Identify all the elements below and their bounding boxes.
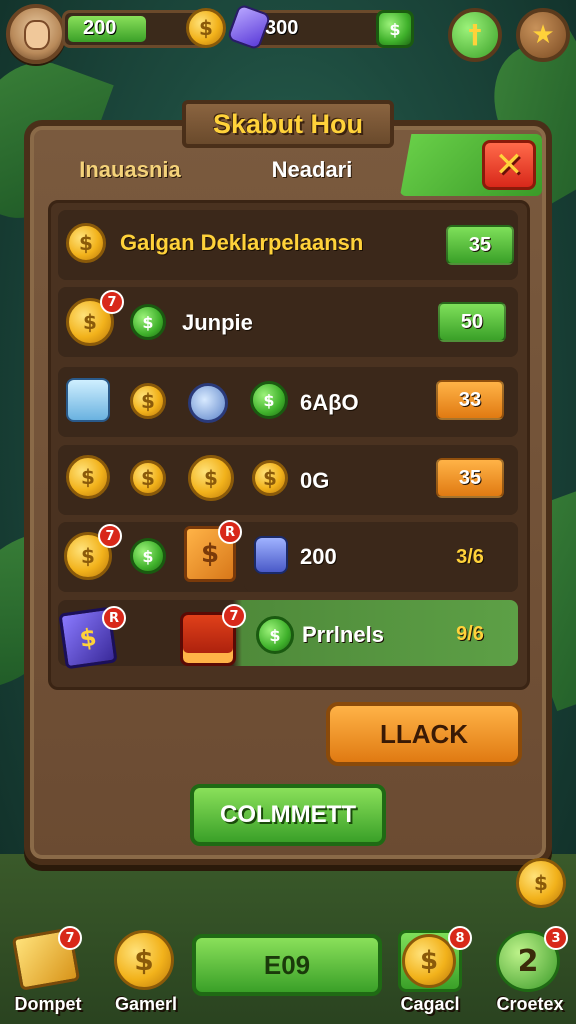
gold-coin-icon: $ — [66, 455, 110, 499]
notification-badge: R — [218, 520, 242, 544]
close-button[interactable]: ✕ — [482, 140, 536, 190]
green-coin-icon: $ — [256, 616, 294, 654]
flask-icon — [188, 383, 228, 423]
gold-coin-icon: $ — [66, 223, 106, 263]
gold-coin-icon: $ — [130, 460, 166, 496]
row-label: 6AβO — [300, 390, 359, 415]
commit-button[interactable]: COLMMETT — [190, 784, 386, 846]
gold-coin-icon: $ — [114, 930, 174, 990]
notification-badge: 7 — [58, 926, 82, 950]
nav-create[interactable]: 2 3 Croetex — [490, 924, 570, 1020]
gold-coin-icon: $ — [188, 455, 234, 501]
notification-badge: 7 — [222, 604, 246, 628]
gold-coin-icon: $ — [186, 8, 226, 48]
dagger-icon: † — [468, 20, 482, 50]
green-coin-icon: $ — [130, 538, 166, 574]
green-coin-icon: $ — [130, 304, 166, 340]
price-label: 9/6 — [456, 622, 484, 645]
player-avatar[interactable] — [6, 4, 66, 64]
price-button[interactable]: 33 — [436, 380, 504, 420]
tab-market[interactable]: Neadari — [222, 146, 402, 194]
price-button[interactable]: 35 — [436, 458, 504, 498]
row-label: Junpie — [182, 310, 253, 335]
notification-badge: R — [102, 606, 126, 630]
price-button[interactable]: 35 — [446, 225, 514, 265]
potion-icon — [66, 378, 110, 422]
notification-badge: 8 — [448, 926, 472, 950]
nav-games[interactable]: $ Gamerl — [106, 924, 186, 1020]
star-icon: ★ — [531, 20, 555, 50]
row-label: 200 — [300, 544, 337, 569]
favorites-button[interactable]: ★ — [516, 8, 570, 62]
notification-badge: 7 — [98, 524, 122, 548]
barrel-icon — [254, 536, 288, 574]
price-label: 3/6 — [456, 545, 484, 568]
close-icon: ✕ — [494, 145, 524, 185]
gem-add-icon[interactable]: $ — [376, 10, 414, 48]
nav-wallet[interactable]: 7 Dompet — [8, 924, 88, 1020]
avatar-face — [24, 20, 50, 50]
nav-label: Cagacl — [400, 994, 460, 1014]
shop-title-plate: Skabut Hou — [182, 100, 394, 148]
nav-cagacl[interactable]: $ 8 Cagacl — [390, 924, 472, 1020]
price-button[interactable]: 50 — [438, 302, 506, 342]
notification-badge: 3 — [544, 926, 568, 950]
gold-coin-icon: $ — [130, 383, 166, 419]
shop-title: Skabut Hou — [212, 108, 363, 139]
gold-coin-icon: $ — [252, 460, 288, 496]
nav-label: Dompet — [14, 994, 82, 1014]
center-action-button[interactable]: E09 — [192, 934, 382, 996]
tab-inventory[interactable]: Inauasnia — [40, 146, 220, 194]
row-label: Galgan Deklarpelaansn — [120, 230, 364, 255]
green-coin-icon: $ — [250, 381, 288, 419]
nav-label: Croetex — [496, 994, 564, 1014]
nav-label: Gamerl — [114, 994, 178, 1014]
floating-coin-icon[interactable]: $ — [516, 858, 566, 908]
notification-badge: 7 — [100, 290, 124, 314]
row-label: Prrlnels — [302, 622, 384, 647]
row-label: 0G — [300, 468, 330, 493]
boost-button[interactable]: † — [448, 8, 502, 62]
lack-button[interactable]: LLACK — [326, 702, 522, 766]
